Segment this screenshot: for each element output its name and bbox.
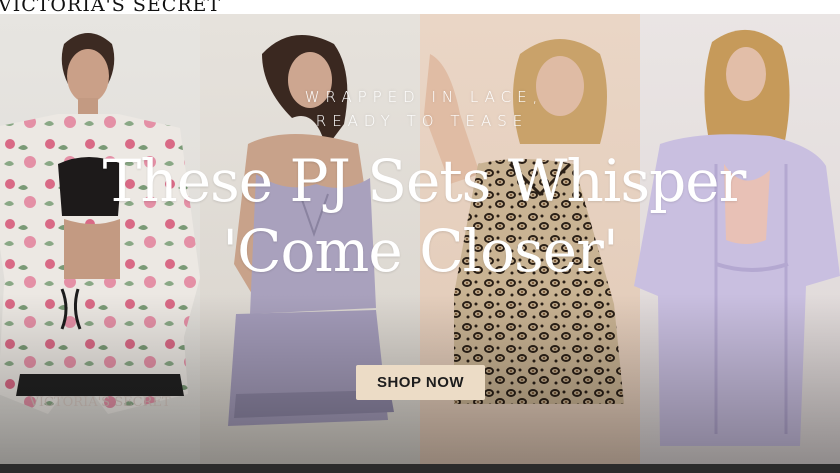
hero-headline-line-1: These PJ Sets Whisper [102, 147, 747, 215]
hero-eyebrow-line-1: WRAPPED IN LACE, [304, 88, 544, 106]
brand-logo[interactable]: VICTORIA'S SECRET [0, 0, 221, 16]
hero-banner[interactable]: VICTORIA'S SECRET WRAPPED IN LACE, READY… [0, 14, 840, 464]
shorts-waistband-logo: VICTORIA'S SECRET [28, 395, 170, 410]
hero-headline-line-2: 'Come Closer' [222, 217, 619, 285]
page-bottom-strip [0, 464, 840, 473]
hero-eyebrow-line-2: READY TO TEASE [315, 112, 529, 130]
page: VICTORIA'S SECRET VICTORIA'S SECRET WRAP… [0, 0, 840, 473]
shop-now-button[interactable]: SHOP NOW [356, 365, 485, 400]
site-header: VICTORIA'S SECRET [0, 0, 840, 16]
